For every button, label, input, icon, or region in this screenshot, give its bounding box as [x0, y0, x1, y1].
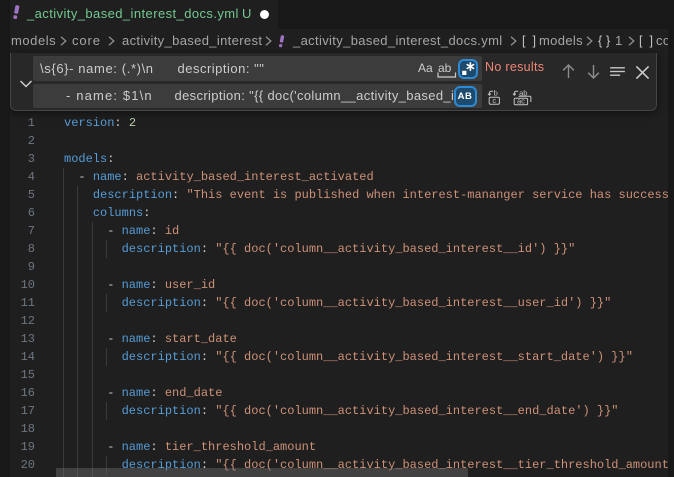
svg-text:ac: ac [517, 97, 525, 106]
svg-text:ab: ab [519, 89, 527, 97]
svg-text:b: b [494, 89, 498, 97]
